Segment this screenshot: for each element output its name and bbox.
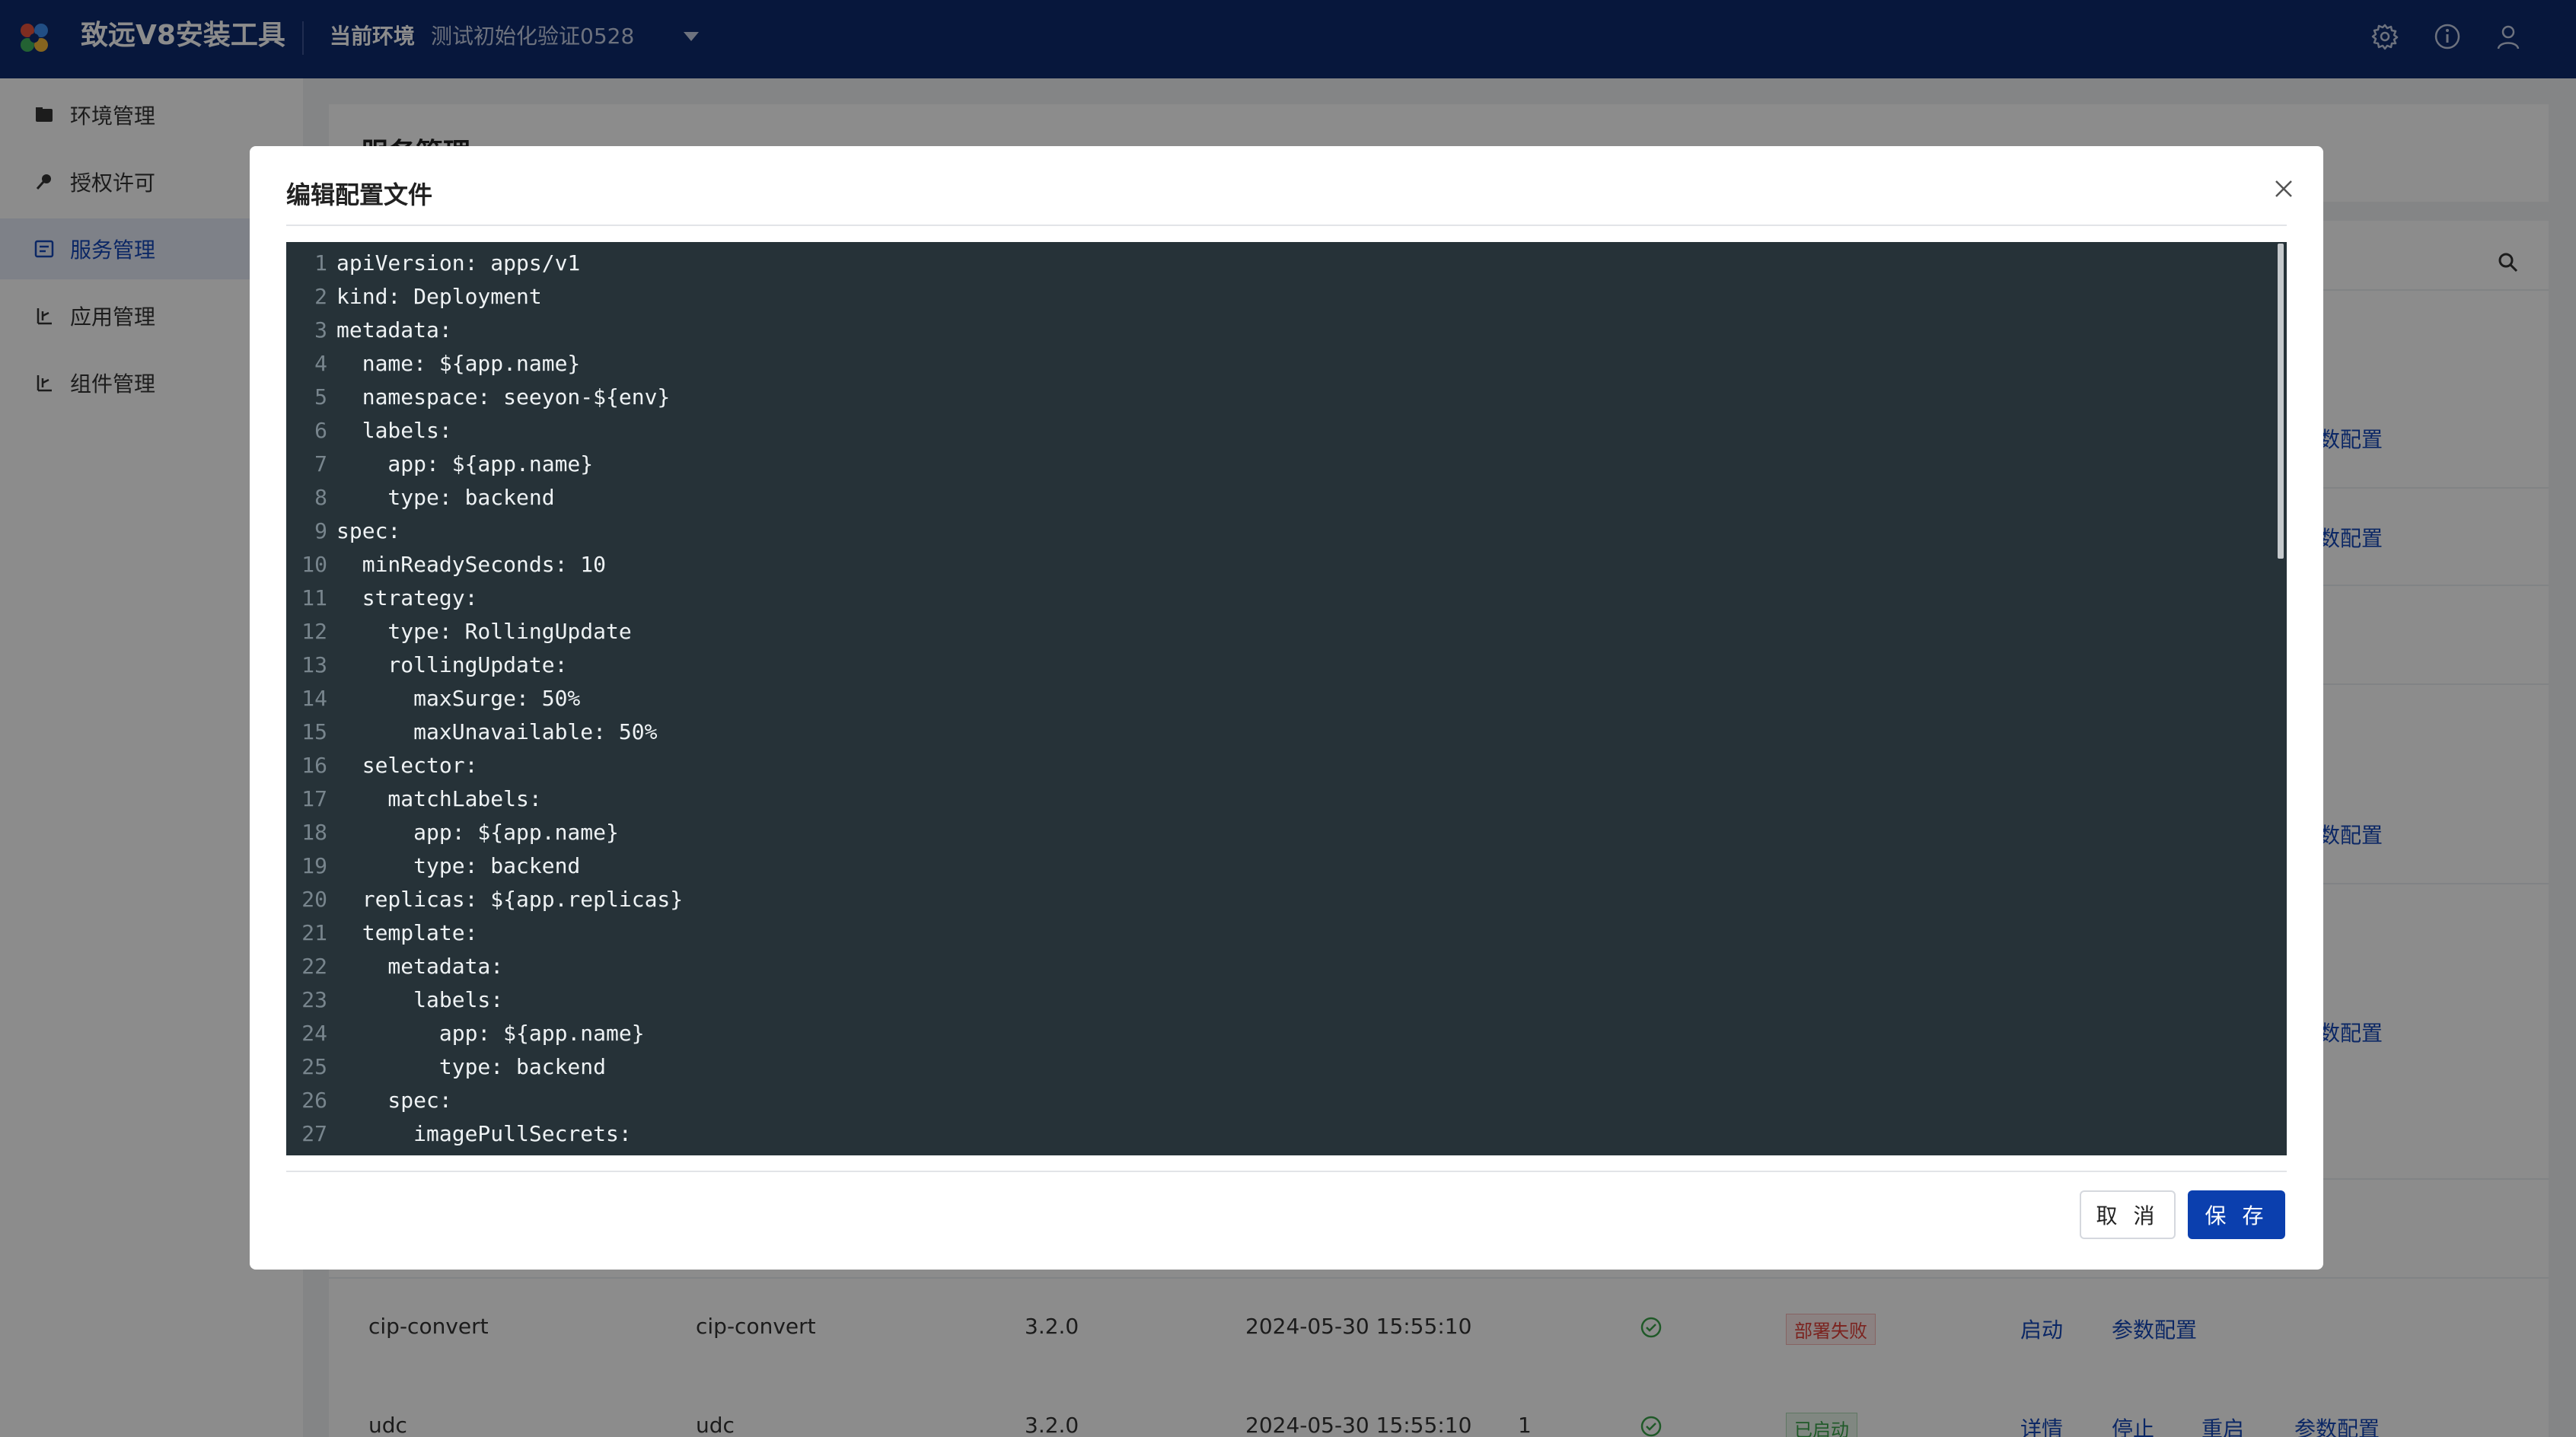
edit-config-dialog: 编辑配置文件 27 imagePullSecrets: 26 spec: 25 ty… (250, 146, 2323, 1270)
line-number: 2 (314, 284, 327, 309)
line-number: 5 (314, 384, 327, 409)
line-number: 26 (301, 1088, 327, 1113)
code-line[interactable]: 7 app: ${app.name} (286, 448, 2265, 481)
line-number: 17 (301, 786, 327, 811)
code-text[interactable]: strategy: (336, 581, 478, 615)
code-text[interactable]: metadata: (336, 314, 452, 347)
code-line[interactable]: 8 type: backend (286, 481, 2265, 515)
code-line[interactable]: 1 apiVersion: apps/v1 (286, 247, 2265, 280)
code-line[interactable]: 17 matchLabels: (286, 782, 2265, 816)
code-text[interactable]: minReadySeconds: 10 (336, 548, 606, 581)
line-number: 22 (301, 954, 327, 979)
code-text[interactable]: metadata: (336, 950, 503, 983)
line-number: 27 (301, 1121, 327, 1146)
code-text[interactable]: rollingUpdate: (336, 648, 567, 682)
dialog-divider (286, 1171, 2287, 1172)
line-number: 25 (301, 1054, 327, 1079)
line-number: 11 (301, 585, 327, 610)
line-number: 7 (314, 451, 327, 476)
code-line[interactable]: 3 metadata: (286, 314, 2265, 347)
code-text[interactable]: type: backend (336, 481, 554, 515)
code-text[interactable]: maxUnavailable: 50% (336, 715, 657, 749)
close-icon[interactable] (2268, 174, 2299, 204)
line-number: 8 (314, 485, 327, 510)
line-number: 3 (314, 317, 327, 343)
code-editor[interactable]: 27 imagePullSecrets: 26 spec: 25 type: bac… (286, 242, 2287, 1155)
code-line[interactable]: 15 maxUnavailable: 50% (286, 715, 2265, 749)
code-line[interactable]: 12 type: RollingUpdate (286, 615, 2265, 648)
code-line[interactable]: 14 maxSurge: 50% (286, 682, 2265, 715)
dialog-title: 编辑配置文件 (286, 180, 433, 209)
code-line[interactable]: 13 rollingUpdate: (286, 648, 2265, 682)
line-number: 14 (301, 686, 327, 711)
line-number: 18 (301, 820, 327, 845)
line-number: 10 (301, 552, 327, 577)
editor-scrollbar-thumb[interactable] (2278, 244, 2284, 559)
line-number: 1 (314, 250, 327, 276)
code-text[interactable]: selector: (336, 749, 478, 782)
code-line[interactable]: 25 type: backend (286, 1050, 2265, 1084)
code-line[interactable]: 21 template: (286, 916, 2265, 950)
code-line[interactable]: 11 strategy: (286, 581, 2265, 615)
line-number: 23 (301, 987, 327, 1012)
code-text[interactable]: app: ${app.name} (336, 1017, 645, 1050)
code-text[interactable]: type: backend (336, 849, 580, 883)
code-line[interactable]: 24 app: ${app.name} (286, 1017, 2265, 1050)
line-number: 13 (301, 652, 327, 677)
code-text[interactable]: namespace: seeyon-${env} (336, 381, 671, 414)
code-text[interactable]: name: ${app.name} (336, 347, 581, 381)
code-line[interactable]: 19 type: backend (286, 849, 2265, 883)
line-number: 15 (301, 719, 327, 744)
code-line[interactable]: 16 selector: (286, 749, 2265, 782)
line-number: 4 (314, 351, 327, 376)
save-button[interactable]: 保 存 (2188, 1190, 2285, 1239)
line-number: 20 (301, 887, 327, 912)
code-text[interactable]: spec: (336, 515, 400, 548)
line-number: 21 (301, 920, 327, 945)
code-line[interactable]: 26 spec: (286, 1084, 2265, 1117)
code-text[interactable]: spec: (336, 1084, 451, 1117)
code-line[interactable]: 2 kind: Deployment (286, 280, 2265, 314)
code-text[interactable]: app: ${app.name} (336, 816, 619, 849)
code-text[interactable]: template: (336, 916, 478, 950)
code-line[interactable]: 18 app: ${app.name} (286, 816, 2265, 849)
code-line[interactable]: 23 labels: (286, 983, 2265, 1017)
code-line[interactable]: 6 labels: (286, 414, 2265, 448)
code-text[interactable]: app: ${app.name} (336, 448, 593, 481)
code-line[interactable]: 10 minReadySeconds: 10 (286, 548, 2265, 581)
code-line[interactable]: 22 metadata: (286, 950, 2265, 983)
code-text[interactable]: type: RollingUpdate (336, 615, 631, 648)
line-number: 24 (301, 1021, 327, 1046)
code-text[interactable]: matchLabels: (336, 782, 541, 816)
line-number: 16 (301, 753, 327, 778)
cancel-button[interactable]: 取 消 (2080, 1190, 2176, 1239)
code-line[interactable]: 5 namespace: seeyon-${env} (286, 381, 2265, 414)
code-text[interactable]: imagePullSecrets: (336, 1117, 632, 1151)
code-text[interactable]: labels: (336, 414, 452, 448)
line-number: 9 (314, 518, 327, 543)
code-line[interactable]: 4 name: ${app.name} (286, 347, 2265, 381)
code-line[interactable]: 27 imagePullSecrets: (286, 1117, 2265, 1151)
code-text[interactable]: replicas: ${app.replicas} (336, 883, 683, 916)
code-line[interactable]: 20 replicas: ${app.replicas} (286, 883, 2265, 916)
line-number: 12 (301, 619, 327, 644)
code-text[interactable]: type: backend (336, 1050, 606, 1084)
line-number: 6 (314, 418, 327, 443)
code-text[interactable]: kind: Deployment (336, 280, 542, 314)
code-line[interactable]: 9 spec: (286, 515, 2265, 548)
code-text[interactable]: maxSurge: 50% (336, 682, 580, 715)
code-text[interactable]: apiVersion: apps/v1 (336, 247, 580, 280)
code-text[interactable]: labels: (336, 983, 503, 1017)
line-number: 19 (301, 853, 327, 878)
dialog-divider (286, 225, 2287, 226)
